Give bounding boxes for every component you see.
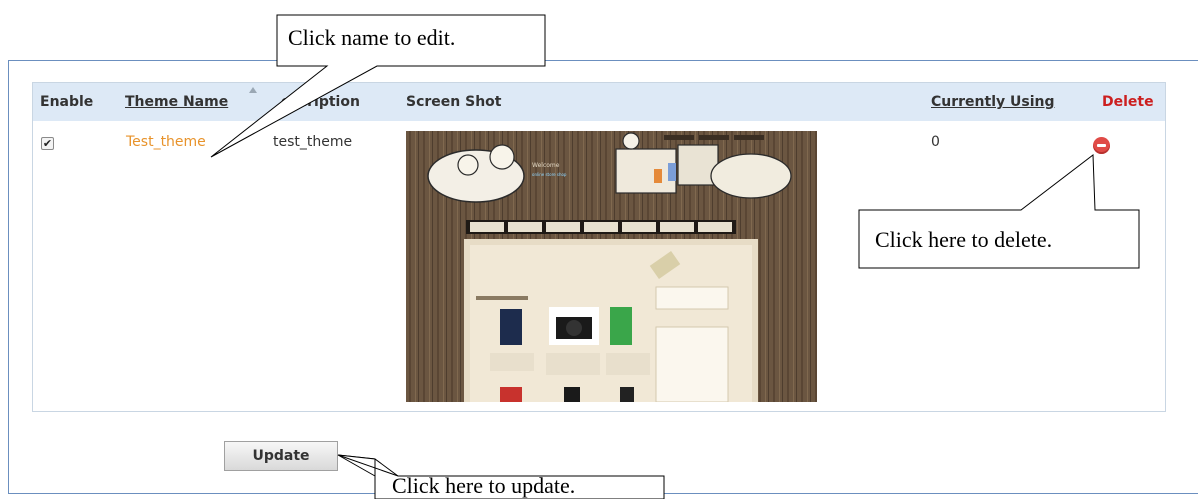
callout-delete: Click here to delete. bbox=[875, 227, 1053, 252]
callout-update: Click here to update. bbox=[392, 473, 576, 498]
callout-edit: Click name to edit. bbox=[288, 25, 456, 50]
